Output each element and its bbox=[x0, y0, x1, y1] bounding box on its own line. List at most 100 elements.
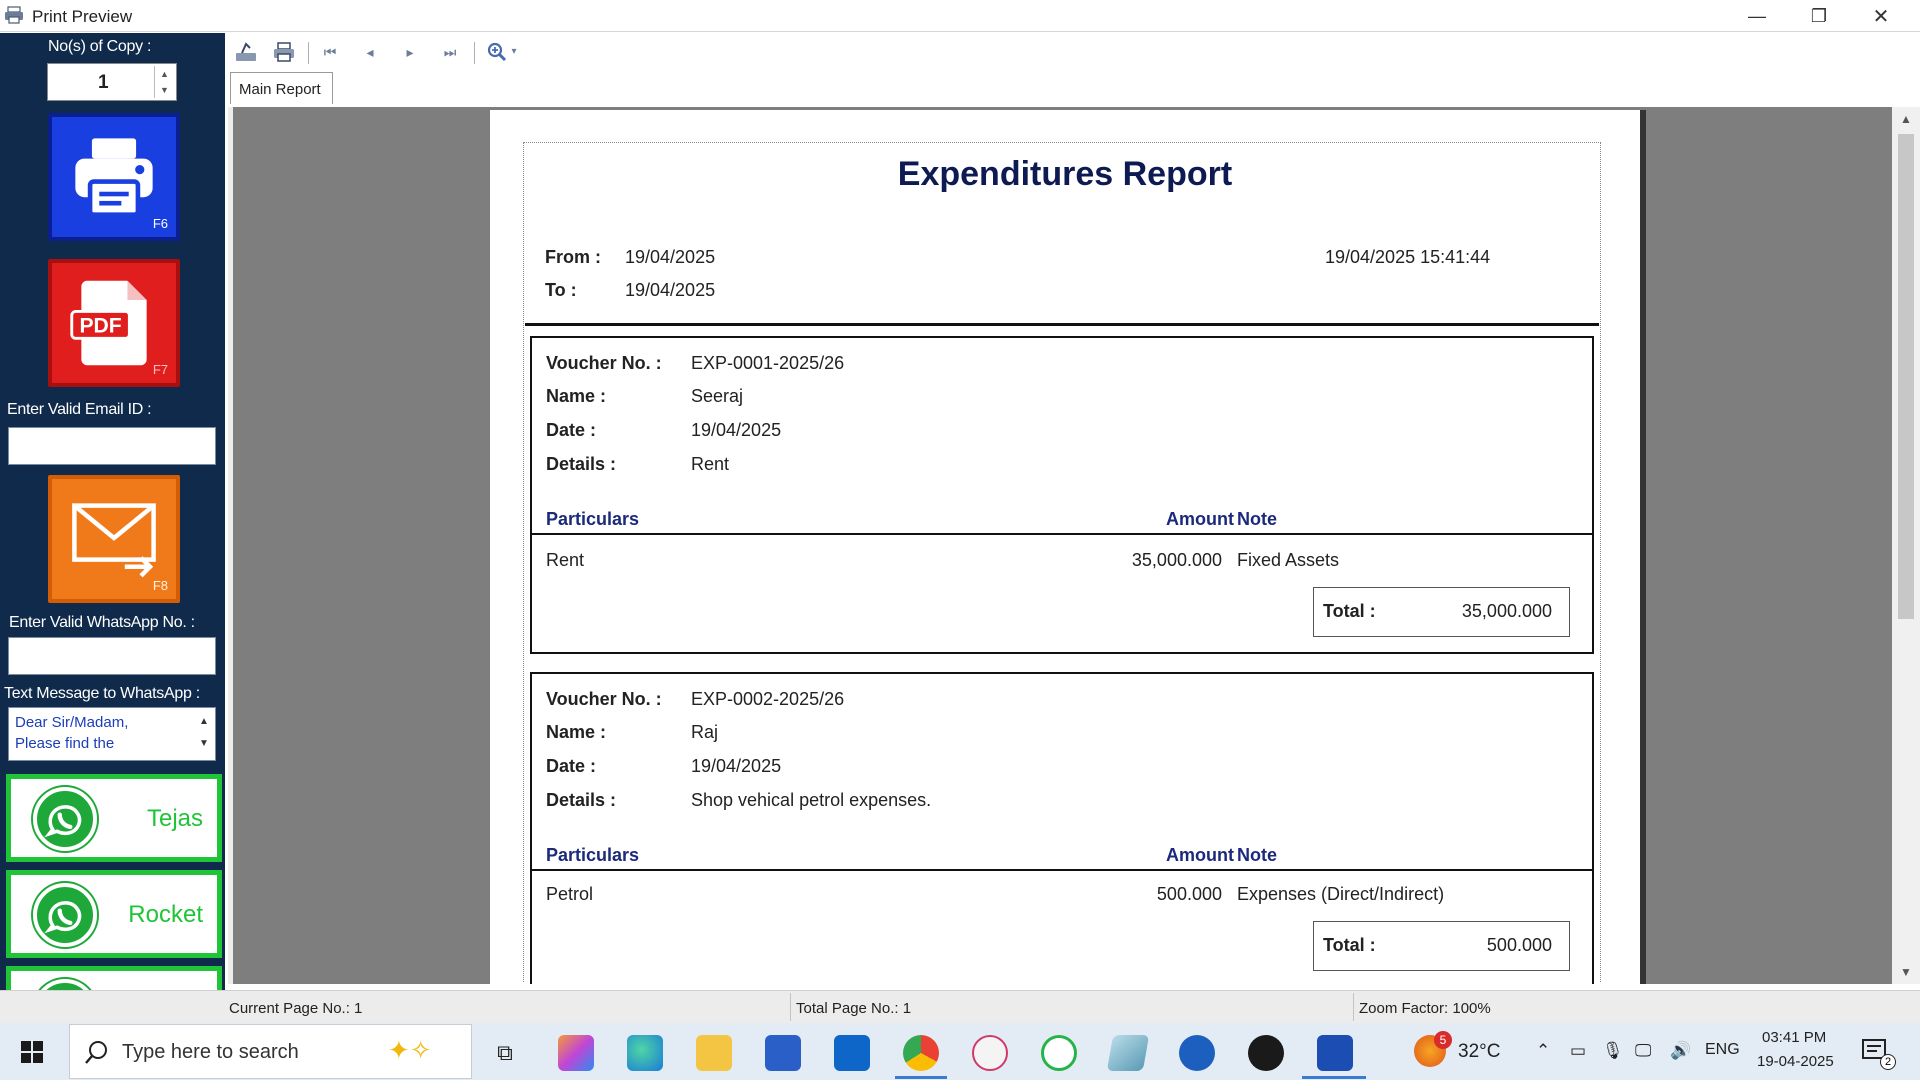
name-value: Seeraj bbox=[691, 386, 744, 406]
previous-page-icon[interactable]: ◂ bbox=[358, 41, 382, 63]
network-icon[interactable]: 🖵 bbox=[1635, 1041, 1651, 1061]
edge-browser-icon[interactable] bbox=[627, 1035, 663, 1071]
message-scroll-arrows[interactable]: ▲ ▼ bbox=[196, 711, 212, 755]
spin-down-icon[interactable]: ▼ bbox=[155, 82, 174, 98]
copies-spin-buttons[interactable]: ▲ ▼ bbox=[154, 66, 174, 98]
whatsapp-number-input[interactable] bbox=[8, 637, 216, 675]
note-header: Note bbox=[1237, 845, 1277, 865]
outlook-icon[interactable] bbox=[834, 1035, 870, 1071]
zoom-icon[interactable] bbox=[486, 41, 510, 63]
print-button[interactable]: F6 bbox=[48, 113, 180, 241]
report-title: Expenditures Report bbox=[897, 155, 1233, 193]
snipping-tool-icon[interactable] bbox=[972, 1035, 1008, 1071]
amount-header: Amount bbox=[1166, 845, 1234, 865]
weather-badge: 5 bbox=[1434, 1031, 1452, 1049]
details-label: Details : bbox=[546, 454, 617, 474]
export-icon[interactable] bbox=[234, 41, 258, 63]
details-label: Details : bbox=[546, 790, 617, 810]
whatsapp-taskbar-icon[interactable] bbox=[1041, 1035, 1077, 1071]
table-header-rule bbox=[532, 533, 1592, 535]
whatsapp-message-label: Text Message to WhatsApp : bbox=[4, 685, 200, 702]
first-page-icon[interactable]: ⏮ bbox=[318, 41, 342, 63]
email-send-button[interactable]: F8 bbox=[48, 475, 180, 603]
volume-icon[interactable]: 🔊 bbox=[1670, 1041, 1691, 1061]
voucher-no-label: Voucher No. : bbox=[546, 689, 662, 709]
last-page-icon[interactable]: ⏭ bbox=[438, 41, 462, 63]
taskbar-search-box[interactable]: Type here to search ✦✧ bbox=[69, 1024, 472, 1079]
date-value: 19/04/2025 bbox=[691, 420, 782, 440]
title-bar: Print Preview — ❐ ✕ bbox=[0, 0, 1920, 32]
next-page-icon[interactable]: ▸ bbox=[398, 41, 422, 63]
copies-stepper[interactable]: 1 ▲ ▼ bbox=[47, 63, 177, 101]
whatsapp-message-text[interactable]: Dear Sir/Madam, Please find the bbox=[15, 712, 185, 754]
scroll-down-arrow-icon[interactable]: ▼ bbox=[1892, 965, 1920, 979]
task-view-icon[interactable]: ⧉ bbox=[487, 1035, 523, 1071]
printer-icon bbox=[75, 138, 153, 218]
from-date: 19/04/2025 bbox=[625, 247, 716, 267]
minimize-button[interactable]: — bbox=[1726, 0, 1788, 32]
voucher-block: Voucher No. : EXP-0001-2025/26 Name : Se… bbox=[530, 336, 1594, 654]
name-label: Name : bbox=[546, 722, 607, 742]
current-page-status: Current Page No.: 1 bbox=[229, 1000, 363, 1017]
whatsapp-message-textarea[interactable]: Dear Sir/Madam, Please find the ▲ ▼ bbox=[8, 707, 216, 761]
email-label: Enter Valid Email ID : bbox=[7, 401, 152, 418]
window-title: Print Preview bbox=[32, 7, 133, 26]
scroll-up-icon[interactable]: ▲ bbox=[196, 711, 212, 733]
vertical-scrollbar[interactable]: ▲ ▼ bbox=[1892, 107, 1920, 984]
pdf-button[interactable]: PDF F7 bbox=[48, 259, 180, 387]
microphone-icon[interactable]: 🎙 bbox=[1602, 1041, 1624, 1061]
remote-desktop-icon[interactable] bbox=[1179, 1035, 1215, 1071]
zoom-factor-status: Zoom Factor: 100% bbox=[1359, 1000, 1491, 1017]
details-value: Rent bbox=[691, 454, 730, 474]
file-explorer-icon[interactable] bbox=[696, 1035, 732, 1071]
toolbar-separator bbox=[474, 42, 475, 64]
scroll-up-arrow-icon[interactable]: ▲ bbox=[1892, 112, 1920, 126]
status-bar: Current Page No.: 1 Total Page No.: 1 Zo… bbox=[0, 990, 1920, 1023]
email-input[interactable] bbox=[8, 427, 216, 465]
billing-app-icon[interactable] bbox=[1317, 1035, 1353, 1071]
tray-expand-icon[interactable]: ⌃ bbox=[1536, 1041, 1550, 1061]
spin-up-icon[interactable]: ▲ bbox=[155, 66, 174, 82]
copilot-icon[interactable] bbox=[558, 1035, 594, 1071]
table-header-rule bbox=[532, 869, 1592, 871]
voucher-no-value: EXP-0002-2025/26 bbox=[691, 689, 845, 709]
total-label: Total : bbox=[1323, 935, 1376, 955]
scroll-down-icon[interactable]: ▼ bbox=[196, 733, 212, 755]
search-placeholder: Type here to search bbox=[122, 1041, 299, 1063]
name-value: Raj bbox=[691, 722, 719, 742]
date-value: 19/04/2025 bbox=[691, 756, 782, 776]
windows-start-icon[interactable] bbox=[21, 1041, 43, 1063]
item-particular: Rent bbox=[546, 550, 585, 570]
restore-button[interactable]: ❐ bbox=[1788, 0, 1850, 32]
notepad-icon[interactable] bbox=[1106, 1035, 1150, 1071]
language-indicator[interactable]: ENG bbox=[1705, 1041, 1740, 1059]
battery-icon[interactable]: ▭ bbox=[1570, 1041, 1586, 1061]
pdf-shortcut-label: F7 bbox=[152, 362, 168, 377]
item-note: Expenses (Direct/Indirect) bbox=[1237, 884, 1445, 904]
microsoft-store-icon[interactable] bbox=[765, 1035, 801, 1071]
voucher-no-label: Voucher No. : bbox=[546, 353, 662, 373]
whatsapp-send-rocket-button[interactable]: Rocket bbox=[6, 870, 222, 958]
clock-time[interactable]: 03:41 PM bbox=[1762, 1029, 1826, 1046]
zoom-dropdown-arrow-icon[interactable]: ▾ bbox=[508, 41, 520, 63]
whatsapp-contact-label: Rocket bbox=[128, 901, 203, 928]
status-separator bbox=[790, 993, 791, 1021]
scrollbar-thumb[interactable] bbox=[1898, 134, 1914, 619]
report-tab-strip: Main Report bbox=[228, 71, 1920, 107]
item-particular: Petrol bbox=[546, 884, 594, 904]
tab-main-report[interactable]: Main Report bbox=[230, 72, 333, 104]
media-app-icon[interactable] bbox=[1248, 1035, 1284, 1071]
close-button[interactable]: ✕ bbox=[1850, 0, 1912, 32]
clock-date[interactable]: 19-04-2025 bbox=[1757, 1053, 1834, 1070]
chrome-icon[interactable] bbox=[903, 1035, 939, 1071]
copies-value[interactable]: 1 bbox=[98, 72, 109, 94]
print-preview-app-icon bbox=[5, 6, 23, 24]
item-amount: 500.000 bbox=[1156, 884, 1222, 904]
whatsapp-send-tejas-button[interactable]: Tejas bbox=[6, 774, 222, 862]
print-icon[interactable] bbox=[272, 41, 296, 63]
email-envelope-icon bbox=[72, 503, 156, 578]
temperature-text[interactable]: 32°C bbox=[1458, 1041, 1500, 1063]
whatsapp-icon bbox=[33, 883, 97, 947]
report-preview-area[interactable]: Expenditures Report From : 19/04/2025 To… bbox=[228, 107, 1920, 984]
particulars-header: Particulars bbox=[546, 509, 640, 529]
